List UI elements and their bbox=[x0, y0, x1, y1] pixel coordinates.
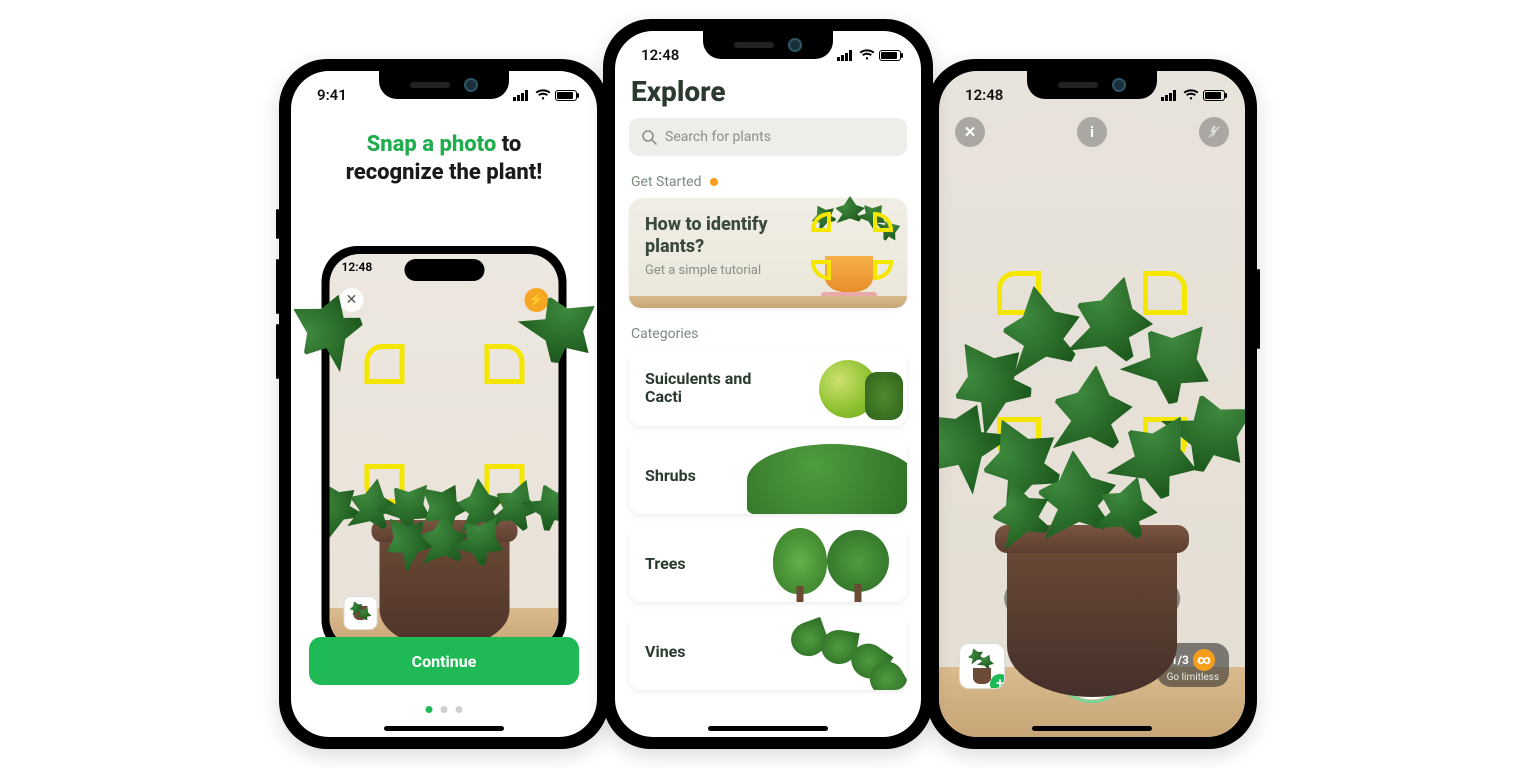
onboarding-headline: Snap a photo to recognize the plant! bbox=[291, 131, 597, 186]
card-illustration bbox=[797, 206, 897, 296]
search-placeholder: Search for plants bbox=[665, 129, 771, 145]
category-image bbox=[757, 618, 907, 690]
status-bar: 9:41 bbox=[291, 71, 597, 111]
home-indicator bbox=[708, 726, 828, 731]
inner-status-time: 12:48 bbox=[342, 260, 373, 274]
page-indicator bbox=[426, 706, 463, 713]
home-indicator bbox=[384, 726, 504, 731]
search-input[interactable]: Search for plants bbox=[629, 118, 907, 156]
gallery-thumbnail[interactable]: + bbox=[959, 643, 1005, 689]
status-icons bbox=[513, 89, 577, 101]
search-icon bbox=[641, 129, 657, 145]
category-image bbox=[757, 526, 907, 602]
status-icons bbox=[837, 49, 901, 61]
cellular-icon bbox=[513, 89, 531, 101]
status-time: 9:41 bbox=[317, 86, 347, 104]
notification-dot-icon bbox=[710, 178, 718, 186]
infinity-icon: ∞ bbox=[1193, 649, 1215, 671]
battery-icon bbox=[555, 90, 577, 101]
battery-icon bbox=[1203, 90, 1225, 101]
page-dot-active bbox=[426, 706, 433, 713]
home-indicator bbox=[1032, 726, 1152, 731]
screen-explore: 12:48 Explore Search for plants Get Star… bbox=[615, 31, 921, 737]
gallery-thumbnail[interactable] bbox=[344, 596, 378, 630]
page-title: Explore bbox=[631, 75, 907, 108]
add-icon: + bbox=[990, 674, 1005, 689]
go-limitless-label: Go limitless bbox=[1167, 672, 1219, 683]
screen-camera: 12:48 ✕ i bbox=[939, 71, 1245, 737]
status-icons bbox=[1161, 89, 1225, 101]
page-dot bbox=[441, 706, 448, 713]
category-item-trees[interactable]: Trees bbox=[629, 526, 907, 602]
page-dot bbox=[456, 706, 463, 713]
category-image bbox=[757, 438, 907, 514]
status-bar: 12:48 bbox=[615, 31, 921, 71]
plant-illustration bbox=[330, 378, 559, 558]
cellular-icon bbox=[1161, 89, 1179, 101]
continue-button[interactable]: Continue bbox=[309, 637, 579, 685]
section-categories: Categories bbox=[631, 326, 907, 342]
categories-list: Suiculents and Cacti Shrubs Trees Vines bbox=[629, 350, 907, 702]
category-item-succulents[interactable]: Suiculents and Cacti bbox=[629, 350, 907, 426]
plant-illustration bbox=[939, 297, 1245, 567]
battery-icon bbox=[879, 50, 901, 61]
status-time: 12:48 bbox=[965, 86, 1003, 104]
cellular-icon bbox=[837, 49, 855, 61]
phone-mockup-onboarding: 9:41 Snap a photo to recognize the plant… bbox=[279, 59, 609, 749]
tutorial-card[interactable]: How to identify plants? Get a simple tut… bbox=[629, 198, 907, 308]
category-item-shrubs[interactable]: Shrubs bbox=[629, 438, 907, 514]
wifi-icon bbox=[859, 49, 875, 61]
onboarding-phone-illustration: 12:48 ✕ ⚡ bbox=[322, 246, 567, 656]
screen-onboarding: 9:41 Snap a photo to recognize the plant… bbox=[291, 71, 597, 737]
card-title: How to identify plants? bbox=[645, 214, 805, 257]
wifi-icon bbox=[535, 89, 551, 101]
section-get-started: Get Started bbox=[631, 174, 907, 190]
category-image bbox=[757, 350, 907, 426]
status-bar: 12:48 bbox=[939, 71, 1245, 111]
flash-off-icon bbox=[1207, 125, 1221, 139]
phone-mockup-explore: 12:48 Explore Search for plants Get Star… bbox=[603, 19, 933, 749]
status-time: 12:48 bbox=[641, 46, 679, 64]
headline-highlight: Snap a photo bbox=[367, 132, 497, 157]
phone-mockup-camera: 12:48 ✕ i bbox=[927, 59, 1257, 749]
wifi-icon bbox=[1183, 89, 1199, 101]
category-item-vines[interactable]: Vines bbox=[629, 614, 907, 690]
